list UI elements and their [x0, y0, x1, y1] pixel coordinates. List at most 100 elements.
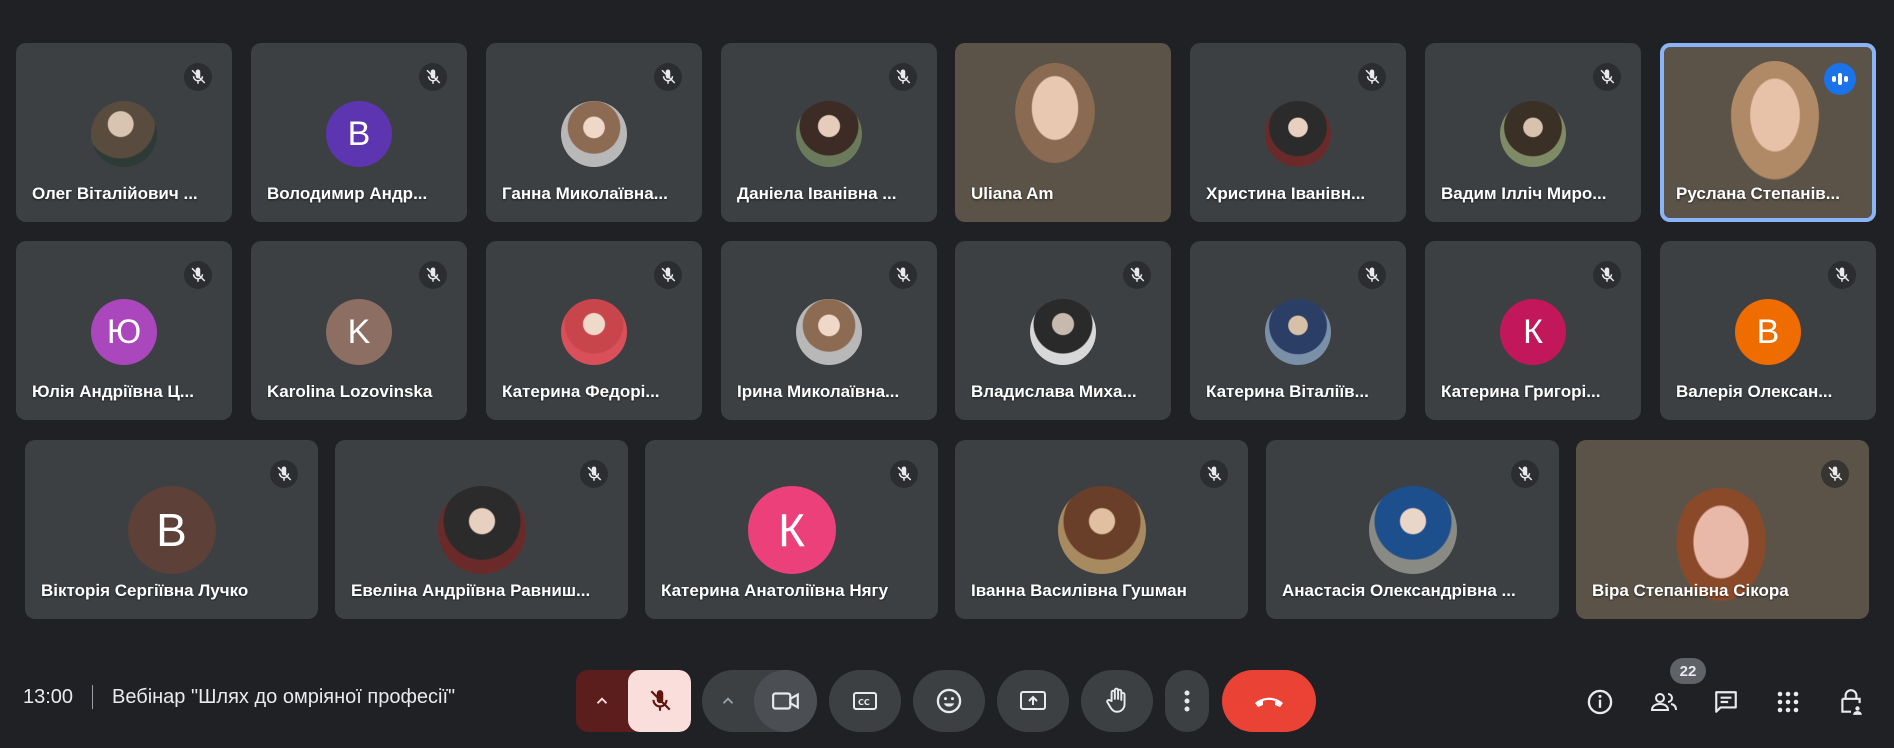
- mic-off-icon: [1123, 261, 1151, 289]
- mic-off-icon: [1200, 460, 1228, 488]
- host-controls-button[interactable]: [1829, 680, 1873, 724]
- mic-off-icon: [890, 460, 918, 488]
- participant-name: Христина Іванівн...: [1206, 184, 1366, 203]
- participant-tile[interactable]: Ганна Миколаївна...: [486, 43, 702, 222]
- video-options-button[interactable]: [702, 670, 754, 732]
- meeting-title: Вебінар "Шлях до омріяної професії": [112, 686, 456, 708]
- participant-tile[interactable]: K Karolina Lozovinska: [251, 241, 467, 420]
- participant-tile[interactable]: Христина Іванівн...: [1190, 43, 1406, 222]
- participant-avatar: [796, 299, 862, 365]
- meeting-clock: 13:00: [23, 686, 74, 708]
- chat-icon: [1715, 691, 1737, 713]
- mic-off-icon: [184, 261, 212, 289]
- participant-tile[interactable]: Вадим Ілліч Миро...: [1425, 43, 1641, 222]
- participant-avatar: K: [326, 299, 392, 365]
- mic-off-icon: [654, 261, 682, 289]
- mic-off-icon: [1511, 460, 1539, 488]
- participant-avatar: К: [747, 486, 836, 574]
- participant-name: Ірина Миколаївна...: [737, 382, 900, 401]
- participant-name: Олег Віталійович ...: [32, 184, 198, 203]
- mic-off-icon: [184, 63, 212, 91]
- info-icon: [1587, 689, 1613, 715]
- mic-off-icon: [1593, 63, 1621, 91]
- participant-grid: Олег Віталійович ... В Володимир Андр...…: [0, 0, 1894, 640]
- speaking-indicator-icon: [1824, 63, 1856, 95]
- participant-avatar: В: [1735, 299, 1801, 365]
- participant-tile[interactable]: В Володимир Андр...: [251, 43, 467, 222]
- participant-name: Юлія Андріївна Ц...: [32, 382, 194, 401]
- participant-tile[interactable]: Ірина Миколаївна...: [721, 241, 937, 420]
- participant-tile[interactable]: Катерина Віталіїв...: [1190, 241, 1406, 420]
- participant-name: Віра Степанівна Сікора: [1592, 581, 1789, 600]
- lock-person-icon: [1841, 689, 1862, 715]
- raise-hand-button[interactable]: [1081, 670, 1153, 732]
- participant-tile[interactable]: К Катерина Анатоліївна Нягу: [645, 440, 938, 619]
- participant-tile[interactable]: Анастасія Олександрівна ...: [1266, 440, 1559, 619]
- people-button[interactable]: [1642, 680, 1686, 724]
- mic-off-icon: [419, 63, 447, 91]
- people-icon: [1650, 693, 1677, 711]
- video-feed: [1015, 63, 1095, 163]
- mic-off-icon: [1593, 261, 1621, 289]
- participant-video-tile[interactable]: Руслана Степанів...: [1660, 43, 1876, 222]
- present-button[interactable]: [997, 670, 1069, 732]
- participant-tile[interactable]: К Катерина Григорі...: [1425, 241, 1641, 420]
- participant-avatar: [437, 486, 526, 574]
- participant-tile[interactable]: Владислава Миха...: [955, 241, 1171, 420]
- participant-name: Вадим Ілліч Миро...: [1441, 184, 1607, 203]
- camera-toggle-button[interactable]: [754, 670, 817, 732]
- participant-avatar: [1500, 101, 1566, 167]
- participant-name: Катерина Віталіїв...: [1206, 382, 1369, 401]
- participant-tile[interactable]: Іванна Василівна Гушман: [955, 440, 1248, 619]
- mic-off-icon: [419, 261, 447, 289]
- participant-avatar: [1057, 486, 1146, 574]
- meeting-details-button[interactable]: [1578, 680, 1622, 724]
- raise-hand-icon: [1106, 687, 1126, 713]
- participant-tile[interactable]: В Валерія Олексан...: [1660, 241, 1876, 420]
- mic-toggle-button[interactable]: [628, 670, 691, 732]
- participant-tile[interactable]: Катерина Федорі...: [486, 241, 702, 420]
- divider: [92, 685, 93, 709]
- participant-name: Катерина Анатоліївна Нягу: [661, 581, 889, 600]
- participant-video-tile[interactable]: Uliana Am: [955, 43, 1171, 222]
- participant-tile[interactable]: Ю Юлія Андріївна Ц...: [16, 241, 232, 420]
- mic-off-icon: [1828, 261, 1856, 289]
- participant-avatar: [561, 101, 627, 167]
- captions-button[interactable]: CC: [829, 670, 901, 732]
- chevron-up-icon: [596, 697, 608, 704]
- participant-name: Валерія Олексан...: [1676, 382, 1833, 401]
- chat-button[interactable]: [1704, 680, 1748, 724]
- activities-button[interactable]: [1766, 680, 1810, 724]
- mic-off-icon: [650, 690, 671, 711]
- participant-avatar: Ю: [91, 299, 157, 365]
- call-end-icon: [1255, 697, 1283, 707]
- participant-avatar: [796, 101, 862, 167]
- mic-off-icon: [580, 460, 608, 488]
- participant-tile[interactable]: В Вікторія Сергіївна Лучко: [25, 440, 318, 619]
- participant-name: Катерина Федорі...: [502, 382, 660, 401]
- participant-avatar: [561, 299, 627, 365]
- mic-off-icon: [1358, 63, 1386, 91]
- more-options-button[interactable]: [1165, 670, 1209, 732]
- participant-name: Вікторія Сергіївна Лучко: [41, 581, 249, 600]
- mic-off-icon: [889, 261, 917, 289]
- participant-avatar: [91, 101, 157, 167]
- participant-name: Даніела Іванівна ...: [737, 184, 897, 203]
- reactions-button[interactable]: [913, 670, 985, 732]
- mic-off-icon: [1821, 460, 1849, 488]
- participant-tile[interactable]: Даніела Іванівна ...: [721, 43, 937, 222]
- svg-text:CC: CC: [858, 698, 870, 707]
- participant-name: Karolina Lozovinska: [267, 382, 433, 401]
- participant-tile[interactable]: Олег Віталійович ...: [16, 43, 232, 222]
- more-vert-icon: [1184, 690, 1190, 712]
- emoji-icon: [936, 688, 962, 714]
- participant-name: Катерина Григорі...: [1441, 382, 1601, 401]
- microphone-control: [576, 670, 691, 732]
- audio-options-button[interactable]: [576, 670, 628, 732]
- participant-name: Владислава Миха...: [971, 382, 1137, 401]
- participant-avatar: [1030, 299, 1096, 365]
- participant-video-tile[interactable]: Віра Степанівна Сікора: [1576, 440, 1869, 619]
- videocam-icon: [771, 692, 799, 710]
- participant-tile[interactable]: Евеліна Андріївна Равниш...: [335, 440, 628, 619]
- leave-call-button[interactable]: [1222, 670, 1316, 732]
